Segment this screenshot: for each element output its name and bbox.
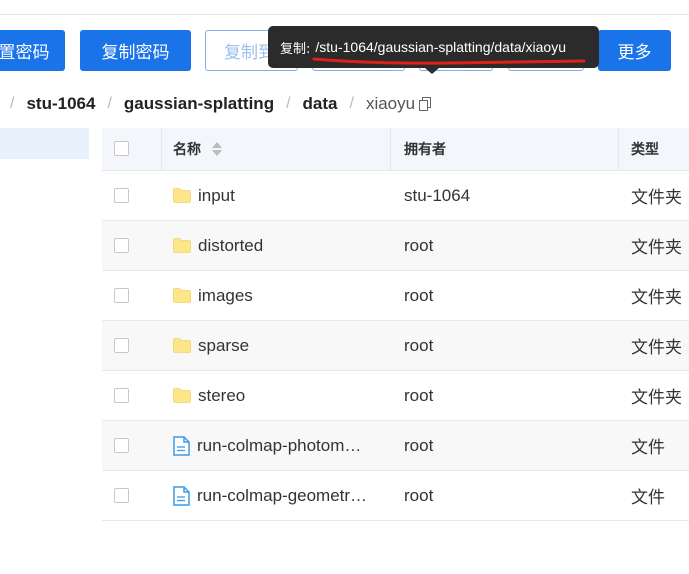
table-row[interactable]: run-colmap-photom… root 文件 — [102, 421, 689, 471]
table-row[interactable]: stereo root 文件夹 — [102, 371, 689, 421]
row-owner-cell: root — [404, 421, 433, 470]
row-name[interactable]: images — [198, 286, 253, 306]
column-header-owner[interactable]: 拥有者 — [404, 128, 446, 170]
row-owner: root — [404, 335, 434, 355]
row-type-cell: 文件夹 — [631, 371, 682, 420]
row-owner-cell: stu-1064 — [404, 171, 470, 220]
row-name-cell[interactable]: images — [173, 271, 253, 320]
tooltip-arrow — [425, 68, 439, 74]
row-owner-cell: root — [404, 221, 433, 270]
table-row[interactable]: sparse root 文件夹 — [102, 321, 689, 371]
file-icon — [173, 485, 190, 506]
select-all-checkbox[interactable] — [114, 141, 129, 156]
row-type: 文件夹 — [631, 238, 682, 258]
row-type-cell: 文件夹 — [631, 271, 682, 320]
row-name-cell[interactable]: sparse — [173, 321, 249, 370]
row-checkbox[interactable] — [114, 288, 129, 303]
row-name-cell[interactable]: distorted — [173, 221, 263, 270]
copy-path-icon[interactable] — [419, 97, 432, 111]
row-name-cell[interactable]: stereo — [173, 371, 245, 420]
folder-icon — [173, 238, 191, 253]
more-button[interactable]: 更多 — [598, 30, 671, 71]
row-type: 文件夹 — [631, 338, 682, 358]
row-type-cell: 文件夹 — [631, 221, 682, 270]
breadcrumb-current: xiaoyu — [365, 94, 416, 113]
row-owner-cell: root — [404, 271, 433, 320]
row-owner-cell: root — [404, 371, 433, 420]
copy-password-label: 复制密码 — [101, 43, 170, 63]
table-row[interactable]: images root 文件夹 — [102, 271, 689, 321]
tooltip-path: /stu-1064/gaussian-splatting/data/xiaoyu — [315, 39, 566, 55]
folder-icon — [173, 338, 191, 353]
file-table: 名称 拥有者 类型 input stu-1064 文件夹 distorted r… — [102, 128, 689, 521]
row-checkbox[interactable] — [114, 438, 129, 453]
row-type-cell: 文件夹 — [631, 321, 682, 370]
row-name[interactable]: run-colmap-photom… — [197, 436, 361, 456]
top-divider — [0, 14, 689, 15]
reset-password-button[interactable]: 重置密码 — [0, 30, 65, 71]
column-header-type[interactable]: 类型 — [631, 128, 659, 170]
row-name-cell[interactable]: input — [173, 171, 235, 220]
row-type: 文件夹 — [631, 288, 682, 308]
row-type: 文件 — [631, 488, 665, 508]
file-icon — [173, 435, 190, 456]
table-row[interactable]: run-colmap-geometr… root 文件 — [102, 471, 689, 521]
table-header: 名称 拥有者 类型 — [102, 128, 689, 171]
row-name[interactable]: run-colmap-geometr… — [197, 486, 367, 506]
row-checkbox[interactable] — [114, 388, 129, 403]
breadcrumb-item-gaussian-splatting[interactable]: gaussian-splatting — [124, 94, 274, 114]
folder-icon — [173, 188, 191, 203]
table-row[interactable]: input stu-1064 文件夹 — [102, 171, 689, 221]
row-owner: root — [404, 285, 434, 305]
breadcrumb: / stu-1064 / gaussian-splatting / data /… — [10, 92, 432, 116]
row-owner: root — [404, 235, 434, 255]
row-type-cell: 文件 — [631, 421, 665, 470]
row-checkbox[interactable] — [114, 338, 129, 353]
row-name[interactable]: input — [198, 186, 235, 206]
copy-password-button[interactable]: 复制密码 — [80, 30, 191, 71]
row-name[interactable]: stereo — [198, 386, 245, 406]
row-type: 文件 — [631, 438, 665, 458]
row-checkbox[interactable] — [114, 238, 129, 253]
row-checkbox[interactable] — [114, 188, 129, 203]
row-name[interactable]: sparse — [198, 336, 249, 356]
row-checkbox[interactable] — [114, 488, 129, 503]
column-header-name[interactable]: 名称 — [173, 128, 223, 170]
row-type: 文件夹 — [631, 188, 682, 208]
row-type-cell: 文件 — [631, 471, 665, 520]
column-divider — [161, 128, 162, 170]
row-owner: root — [404, 435, 434, 455]
breadcrumb-separator: / — [286, 95, 291, 112]
reset-password-label: 重置密码 — [0, 43, 50, 63]
row-owner: stu-1064 — [404, 185, 471, 205]
sidebar-selected-item[interactable] — [0, 128, 89, 159]
tooltip-label: 复制: — [280, 41, 311, 57]
row-type-cell: 文件夹 — [631, 171, 682, 220]
row-name-cell[interactable]: run-colmap-photom… — [173, 421, 361, 470]
column-divider[interactable] — [390, 128, 391, 170]
column-header-type-label: 类型 — [631, 142, 659, 158]
row-type: 文件夹 — [631, 388, 682, 408]
table-row[interactable]: distorted root 文件夹 — [102, 221, 689, 271]
sort-icon[interactable] — [211, 141, 223, 157]
more-label: 更多 — [617, 43, 652, 63]
folder-icon — [173, 288, 191, 303]
row-name-cell[interactable]: run-colmap-geometr… — [173, 471, 367, 520]
folder-icon — [173, 388, 191, 403]
table-body: input stu-1064 文件夹 distorted root 文件夹 im… — [102, 171, 689, 521]
breadcrumb-separator: / — [349, 95, 354, 112]
row-owner: root — [404, 485, 434, 505]
breadcrumb-item-data[interactable]: data — [303, 94, 338, 114]
row-owner: root — [404, 385, 434, 405]
column-header-name-label: 名称 — [173, 142, 201, 158]
column-header-owner-label: 拥有者 — [404, 142, 446, 158]
row-owner-cell: root — [404, 321, 433, 370]
row-name[interactable]: distorted — [198, 236, 263, 256]
row-owner-cell: root — [404, 471, 433, 520]
column-divider[interactable] — [618, 128, 619, 170]
breadcrumb-item-stu-1064[interactable]: stu-1064 — [26, 94, 95, 114]
breadcrumb-separator: / — [10, 95, 15, 112]
breadcrumb-separator: / — [107, 95, 112, 112]
red-underline-annotation — [312, 57, 586, 65]
